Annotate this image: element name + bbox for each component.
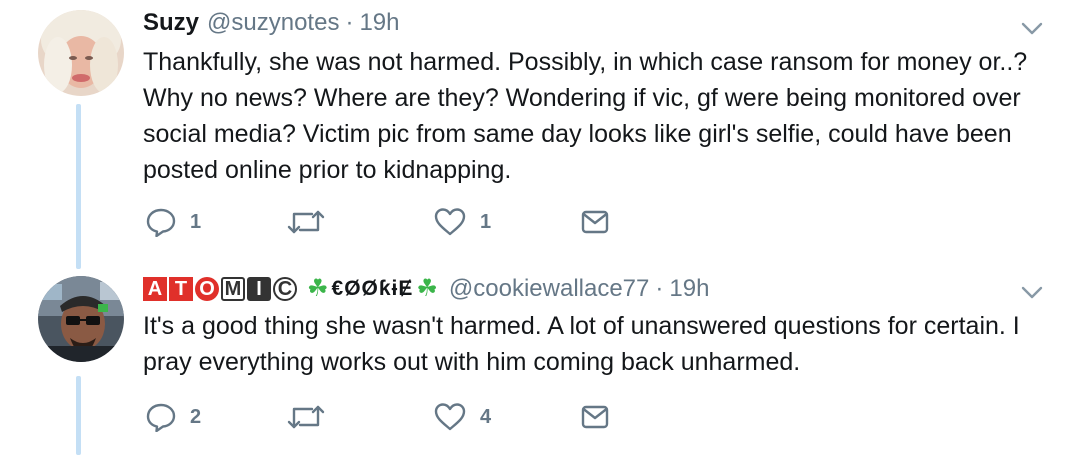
reply-count: 2 [190,405,202,428]
display-name[interactable]: A T O M I C ☘ €ØØƙɨɆ ☘ [143,274,441,304]
name-letter: C [273,277,297,301]
display-name-fancy: €ØØƙɨɆ [331,277,414,300]
shamrock-icon: ☘ [307,275,329,302]
tweet-actions: 1 1 [143,207,643,239]
name-letter: A [143,277,167,301]
envelope-icon [581,210,609,234]
display-name[interactable]: Suzy [143,8,199,38]
shamrock-icon: ☘ [416,275,438,302]
retweet-icon [287,210,325,234]
reply-icon [146,208,176,237]
name-letter: O [195,277,219,301]
tweet-text: Thankfully, she was not harmed. Possibly… [143,48,1028,184]
tweet-actions: 2 4 [143,402,643,434]
timestamp[interactable]: 19h [359,8,399,38]
envelope-icon [581,405,609,429]
name-letter: T [169,277,193,301]
user-handle[interactable]: @suzynotes [207,8,339,38]
name-letter: I [247,277,271,301]
timestamp[interactable]: 19h [669,274,709,304]
heart-icon [434,403,466,431]
like-button[interactable]: 1 [434,208,491,236]
tweet[interactable]: Suzy @suzynotes · 19h Thankfully, she wa… [143,8,1050,188]
tweet[interactable]: A T O M I C ☘ €ØØƙɨɆ ☘ @cookiewallace77 … [143,274,1050,380]
avatar[interactable] [38,10,124,96]
name-letter: M [221,277,245,301]
chevron-down-icon[interactable] [1020,20,1044,38]
heart-icon [434,208,466,236]
like-button[interactable]: 4 [434,403,491,431]
thread-line-top [76,104,81,269]
direct-message-button[interactable] [581,210,609,234]
retweet-button[interactable] [287,403,339,431]
reply-button[interactable]: 1 [146,207,201,237]
avatar[interactable] [38,276,124,362]
separator-dot: · [345,9,354,36]
reply-count: 1 [190,210,202,233]
user-handle[interactable]: @cookiewallace77 [449,274,649,304]
retweet-icon [287,405,325,429]
tweet-header: Suzy @suzynotes · 19h [143,8,1050,38]
thread-line-bottom [76,376,81,455]
retweet-button[interactable] [287,208,339,236]
reply-button[interactable]: 2 [146,402,201,432]
like-count: 1 [480,210,492,233]
reply-icon [146,403,176,432]
direct-message-button[interactable] [581,405,609,429]
like-count: 4 [480,405,492,428]
tweet-header: A T O M I C ☘ €ØØƙɨɆ ☘ @cookiewallace77 … [143,274,1050,304]
chevron-down-icon[interactable] [1020,284,1044,302]
tweet-text: It's a good thing she wasn't harmed. A l… [143,312,1020,376]
separator-dot: · [655,275,664,302]
